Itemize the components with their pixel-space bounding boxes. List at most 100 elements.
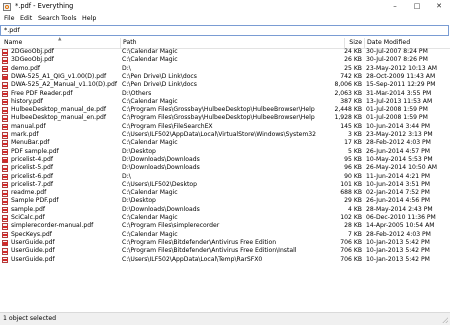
file-path: C:\Users\ILF502\AppData\Local\Temp\RarSF… [122, 255, 263, 263]
file-row[interactable]: pricelist-5.pdf D:\Downloads\Downloads 96 … [0, 164, 450, 172]
file-name: DWA-525_A2_Manual_v1.10(D).pdf [11, 81, 118, 89]
file-size: 688 KB [340, 189, 362, 197]
file-name: sample.pdf [11, 205, 45, 213]
file-name: demo.pdf [11, 64, 40, 72]
file-row[interactable]: SpecKeys.pdf C:\Calendar Magic 7 KB 28-Feb-… [0, 231, 450, 239]
file-size: 8,006 KB [334, 81, 362, 89]
file-row[interactable]: MenuBar.pdf C:\Calendar Magic 17 KB 28-Feb-… [0, 139, 450, 147]
close-button[interactable]: ✕ [428, 0, 450, 13]
file-row[interactable]: pricelist-4.pdf D:\Downloads\Downloads 95 … [0, 156, 450, 164]
menu-search[interactable]: Search [38, 14, 60, 24]
status-bar: 1 object selected [0, 312, 450, 325]
pdf-file-icon [2, 173, 8, 180]
file-size: 4 KB [348, 205, 362, 213]
file-date-modified: 10-Jan-2013 5:42 PM [366, 247, 430, 255]
pdf-file-icon [2, 98, 8, 106]
column-name[interactable]: Name [4, 38, 22, 48]
file-row[interactable]: mark.pdf C:\Users\ILF502\AppData\Local\Vi… [0, 131, 450, 139]
resize-grip-icon[interactable] [442, 317, 448, 323]
file-date-modified: 10-Jan-2013 5:42 PM [366, 238, 430, 246]
pdf-file-icon [2, 148, 8, 156]
menu-edit[interactable]: Edit [20, 14, 32, 24]
file-date-modified: 01-Jul-2008 1:59 PM [366, 106, 428, 114]
file-row[interactable]: SciCalc.pdf C:\Calendar Magic 102 KB 06-Dec… [0, 214, 450, 222]
pdf-file-icon [2, 248, 8, 255]
file-row[interactable]: HulbeeDesktop_manual_en.pdf C:\Program Fi… [0, 114, 450, 122]
file-size: 145 KB [340, 122, 362, 130]
file-size: 3 KB [348, 131, 362, 138]
file-date-modified: 28-May-2014 2:43 PM [366, 205, 433, 213]
file-size: 706 KB [340, 255, 362, 263]
file-row[interactable]: simplerecorder-manual.pdf C:\Program File… [0, 222, 450, 230]
file-row[interactable]: UserGuide.pdf C:\Program Files\Bitdefende… [0, 247, 450, 255]
title-bar: *.pdf - Everything – □ ✕ [0, 0, 450, 15]
file-name: readme.pdf [11, 189, 47, 197]
pdf-file-icon [2, 231, 8, 239]
file-name: DWA-525_A1_QIG_v1.00(D).pdf [11, 72, 107, 80]
file-size: 29 KB [344, 197, 362, 205]
file-row[interactable]: Free PDF Reader.pdf D:\Others 2,063 KB 31-M… [0, 90, 450, 98]
pdf-file-icon [2, 82, 8, 89]
column-divider[interactable] [120, 38, 121, 48]
file-row[interactable]: UserGuide.pdf C:\Program Files\Bitdefende… [0, 239, 450, 247]
file-row[interactable]: readme.pdf C:\Calendar Magic 688 KB 02-Jan-… [0, 189, 450, 197]
file-row[interactable]: PDF sample.pdf D:\Desktop 5 KB 26-Jun-2014 … [0, 148, 450, 156]
file-size: 387 KB [340, 97, 362, 105]
file-date-modified: 23-May-2012 10:13 AM [366, 64, 438, 72]
column-path[interactable]: Path [123, 38, 137, 48]
pdf-file-icon [2, 57, 8, 64]
menu-bar: File Edit Search Tools Help [0, 14, 450, 24]
file-name: mark.pdf [11, 131, 39, 138]
column-date-modified[interactable]: Date Modified [367, 38, 410, 48]
file-path: C:\Pen Drive\D Link\docs [122, 72, 197, 80]
column-size[interactable]: Size [347, 38, 362, 48]
file-row[interactable]: UserGuide.pdf C:\Users\ILF502\AppData\Loc… [0, 256, 450, 264]
file-size: 95 KB [344, 155, 362, 163]
file-row[interactable]: history.pdf C:\Calendar Magic 387 KB 13-Jul… [0, 98, 450, 106]
file-path: D:\Downloads\Downloads [122, 205, 200, 213]
menu-help[interactable]: Help [82, 14, 96, 24]
file-row[interactable]: HulbeeDesktop_manual_de.pdf C:\Program Fi… [0, 106, 450, 114]
file-name: simplerecorder-manual.pdf [11, 222, 94, 230]
file-size: 24 KB [344, 48, 362, 55]
file-path: C:\Calendar Magic [122, 139, 178, 147]
pdf-file-icon [2, 123, 8, 131]
file-size: 5 KB [348, 147, 362, 155]
file-row[interactable]: sample.pdf D:\Downloads\Downloads 4 KB 28-M… [0, 206, 450, 214]
file-path: C:\Pen Drive\D Link\docs [122, 81, 197, 89]
column-divider[interactable] [344, 38, 345, 48]
file-row[interactable]: DWA-525_A1_QIG_v1.00(D).pdf C:\Pen Drive\… [0, 73, 450, 81]
file-row[interactable]: demo.pdf D:\ 25 KB 23-May-2012 10:13 AM [0, 65, 450, 73]
file-date-modified: 15-Sep-2011 12:29 PM [366, 81, 436, 89]
pdf-file-icon [2, 156, 8, 164]
search-input[interactable]: *.pdf [0, 25, 449, 36]
file-date-modified: 10-Jun-2014 3:44 PM [366, 122, 431, 130]
file-row[interactable]: manual.pdf C:\Program Files\FileSearchEX 1… [0, 123, 450, 131]
maximize-button[interactable]: □ [406, 0, 428, 13]
pdf-file-icon [2, 132, 8, 139]
menu-file[interactable]: File [4, 14, 15, 24]
file-path: C:\Calendar Magic [122, 48, 178, 55]
pdf-file-icon [2, 206, 8, 214]
file-date-modified: 10-Jan-2013 5:42 PM [366, 255, 430, 263]
sort-ascending-icon: ▲ [58, 37, 62, 42]
file-row[interactable]: 2DGeoObj.pdf C:\Calendar Magic 24 KB 30-Jul… [0, 48, 450, 56]
file-row[interactable]: 3DGeoObj.pdf C:\Calendar Magic 26 KB 30-Jul… [0, 56, 450, 64]
file-row[interactable]: DWA-525_A2_Manual_v1.10(D).pdf C:\Pen Dri… [0, 81, 450, 89]
file-row[interactable]: pricelist-6.pdf D:\ 90 KB 11-Jun-2014 4:21 … [0, 173, 450, 181]
file-name: pricelist-7.pdf [11, 180, 54, 188]
file-size: 102 KB [340, 214, 362, 221]
file-size: 25 KB [344, 64, 362, 72]
file-path: C:\Calendar Magic [122, 230, 178, 238]
file-row[interactable]: pricelist-7.pdf C:\Users\ILF502\Desktop 10… [0, 181, 450, 189]
file-date-modified: 10-May-2014 5:53 PM [366, 155, 433, 163]
file-name: PDF sample.pdf [11, 147, 59, 155]
column-divider[interactable] [364, 38, 365, 48]
file-date-modified: 30-Jul-2007 8:24 PM [366, 48, 428, 55]
pdf-file-icon [2, 198, 8, 205]
file-date-modified: 26-Jun-2014 4:56 PM [366, 197, 431, 205]
file-date-modified: 28-Feb-2012 4:03 PM [366, 230, 431, 238]
menu-tools[interactable]: Tools [61, 14, 77, 24]
file-row[interactable]: Sample PDF.pdf D:\Desktop 29 KB 26-Jun-2014… [0, 197, 450, 205]
minimize-button[interactable]: – [384, 0, 406, 13]
